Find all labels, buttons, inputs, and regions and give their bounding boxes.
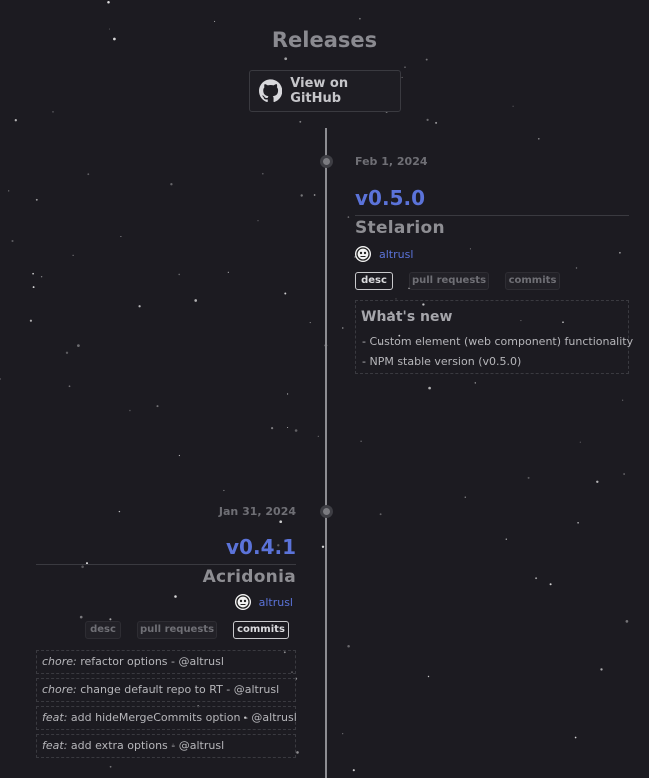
version-divider (36, 564, 296, 565)
author-link[interactable]: altrusl (379, 248, 413, 261)
tab-pull-requests[interactable]: pull requests (409, 272, 489, 290)
desc-item: - NPM stable version (v0.5.0) (362, 355, 522, 368)
timeline-node (320, 505, 333, 518)
tab-commits[interactable]: commits (233, 621, 289, 639)
page-title: Releases (271, 28, 378, 52)
commit-item[interactable]: feat: add hideMergeCommits option - @alt… (36, 706, 297, 730)
release-version: v0.4.1 (226, 535, 296, 559)
tab-pull-requests[interactable]: pull requests (137, 621, 217, 639)
release-date: Feb 1, 2024 (355, 155, 428, 168)
commit-message: add extra options - @altrusl (67, 739, 225, 752)
release-author: altrusl (355, 246, 413, 262)
commit-type: chore: (42, 655, 77, 668)
release-codename: Acridonia (202, 567, 296, 587)
release-author: altrusl (234, 594, 293, 610)
timeline-node (320, 155, 333, 168)
tab-desc[interactable]: desc (85, 621, 121, 639)
commit-item[interactable]: chore: change default repo to RT - @altr… (36, 678, 296, 702)
view-on-github-button[interactable]: View on GitHub (249, 70, 401, 112)
avatar (234, 594, 251, 610)
release-description: What's new - Custom element (web compone… (355, 300, 633, 374)
commit-message: add hideMergeCommits option - @altrusl (67, 711, 297, 724)
commit-type: feat: (42, 739, 68, 752)
commit-message: change default repo to RT - @altrusl (76, 683, 280, 696)
release-version: v0.5.0 (355, 186, 425, 210)
view-on-github-label: View on GitHub (290, 76, 349, 106)
commit-item[interactable]: feat: add extra options - @altrusl (36, 734, 296, 758)
release-codename: Stelarion (355, 218, 445, 238)
release-date: Jan 31, 2024 (218, 505, 296, 518)
tab-desc[interactable]: desc (355, 272, 393, 290)
version-divider (355, 215, 629, 216)
commit-type: chore: (42, 683, 77, 696)
commit-message: refactor options - @altrusl (76, 655, 224, 668)
commit-item[interactable]: chore: refactor options - @altrusl (36, 650, 296, 674)
tab-commits[interactable]: commits (505, 272, 560, 290)
author-link[interactable]: altrusl (259, 596, 293, 609)
timeline-line (325, 128, 327, 778)
avatar (355, 246, 371, 262)
whats-new-heading: What's new (361, 309, 453, 325)
commit-type: feat: (42, 711, 68, 724)
github-icon (259, 79, 283, 103)
desc-item: - Custom element (web component) functio… (362, 335, 634, 348)
